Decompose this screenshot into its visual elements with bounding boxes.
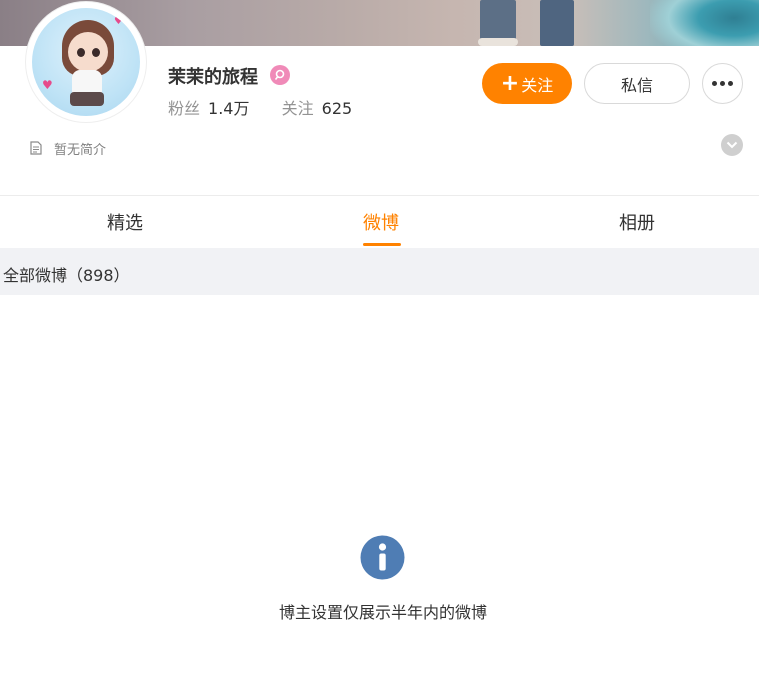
empty-state-message: 博主设置仅展示半年内的微博 [278, 603, 487, 622]
cover-water-splash [650, 0, 759, 46]
bio-text: 暂无简介 [54, 142, 107, 158]
document-icon [30, 141, 42, 155]
following-label: 关注 [281, 99, 314, 118]
all-weibo-count[interactable]: 全部微博（898） [3, 262, 130, 286]
profile-name: 茉茉的旅程 [168, 67, 258, 88]
follow-button[interactable]: + 关注 [482, 63, 572, 104]
chevron-down-icon[interactable] [721, 134, 743, 156]
message-label: 私信 [620, 75, 653, 95]
heart-icon: ♥ [114, 16, 123, 27]
heart-icon: ♥ [42, 78, 53, 92]
divider [0, 195, 759, 196]
vip-badge-icon[interactable] [270, 65, 290, 85]
following-count: 625 [321, 99, 353, 118]
section-header: 全部微博（898） [0, 248, 759, 295]
fans-label: 粉丝 [168, 99, 201, 118]
bio-row: 暂无简介 [30, 138, 106, 158]
info-icon [360, 535, 405, 580]
follow-label: 关注 [521, 75, 554, 95]
plus-icon: + [500, 70, 520, 96]
tab-weibo[interactable]: 微博 [363, 209, 399, 235]
tab-featured[interactable]: 精选 [107, 209, 143, 235]
message-button[interactable]: 私信 [584, 63, 690, 104]
avatar[interactable]: ♥ ♥ [26, 2, 146, 122]
cover-figure-shoe [478, 38, 518, 46]
active-tab-indicator [363, 243, 401, 246]
tab-album[interactable]: 相册 [619, 209, 655, 235]
cover-figure-leg [540, 0, 574, 46]
profile-stats: 粉丝 1.4万 关注 625 [168, 95, 352, 119]
more-dots-icon[interactable] [702, 63, 743, 104]
avatar-image: ♥ ♥ [32, 8, 140, 116]
fans-count: 1.4万 [208, 99, 250, 118]
following-link[interactable]: 关注 625 [282, 99, 353, 118]
fans-link[interactable]: 粉丝 1.4万 [168, 99, 255, 118]
